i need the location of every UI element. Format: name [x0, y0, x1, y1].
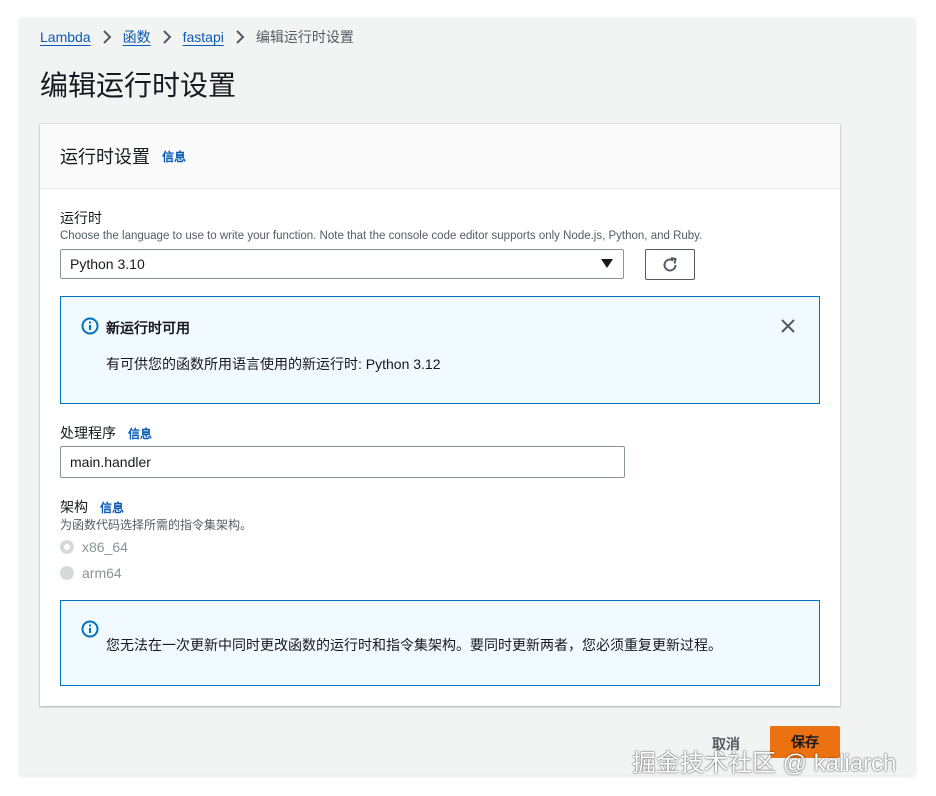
runtime-select[interactable]: Python 3.10 [60, 249, 624, 279]
architecture-info-link[interactable]: 信息 [100, 499, 124, 516]
new-runtime-alert: 新运行时可用 有可供您的函数所用语言使用的新运行时: Python 3.12 [60, 296, 820, 404]
runtime-label: 运行时 [60, 210, 102, 226]
runtime-settings-card: 运行时设置 信息 运行时 Choose the language to use … [40, 124, 840, 706]
info-icon [81, 620, 99, 638]
caret-down-icon [601, 259, 613, 268]
radio-x86-circle[interactable] [60, 540, 74, 554]
card-info-link[interactable]: 信息 [162, 148, 186, 165]
radio-x86[interactable]: x86_64 [60, 539, 128, 555]
info-icon [81, 317, 99, 335]
card-title: 运行时设置 [60, 147, 150, 167]
radio-arm64-label: arm64 [82, 565, 122, 581]
architecture-alert: 您无法在一次更新中同时更改函数的运行时和指令集架构。要同时更新两者，您必须重复更… [60, 600, 820, 686]
handler-label-text: 处理程序 [60, 425, 116, 441]
handler-label: 处理程序 信息 [60, 423, 152, 443]
handler-input[interactable] [60, 446, 625, 478]
breadcrumb-current: 编辑运行时设置 [255, 29, 354, 45]
architecture-label: 架构 信息 [60, 497, 124, 517]
chevron-right-icon [156, 27, 178, 47]
runtime-description: Choose the language to use to write your… [60, 230, 703, 242]
breadcrumb-lambda[interactable]: Lambda [40, 29, 91, 45]
radio-arm64[interactable]: arm64 [60, 565, 122, 581]
alert-title: 新运行时可用 [106, 320, 190, 336]
radio-x86-label: x86_64 [82, 539, 128, 555]
page-title: 编辑运行时设置 [40, 70, 237, 101]
chevron-right-icon [96, 27, 118, 47]
card-header: 运行时设置 信息 [40, 124, 840, 189]
close-icon[interactable] [779, 317, 797, 335]
handler-info-link[interactable]: 信息 [128, 425, 152, 442]
refresh-button[interactable] [645, 249, 695, 280]
radio-arm64-circle[interactable] [60, 566, 74, 580]
refresh-icon [663, 256, 677, 271]
breadcrumb-fastapi[interactable]: fastapi [183, 29, 224, 45]
chevron-right-icon [229, 27, 251, 47]
architecture-description: 为函数代码选择所需的指令集架构。 [60, 518, 253, 532]
alert-text: 有可供您的函数所用语言使用的新运行时: Python 3.12 [106, 356, 441, 372]
runtime-select-value: Python 3.10 [70, 256, 145, 272]
breadcrumb-functions[interactable]: 函数 [123, 27, 151, 47]
architecture-alert-text: 您无法在一次更新中同时更改函数的运行时和指令集架构。要同时更新两者，您必须重复更… [106, 637, 722, 653]
watermark: 掘金技术社区 @ kaliarch [632, 750, 897, 777]
breadcrumb: Lambda 函数 fastapi 编辑运行时设置 [40, 27, 354, 47]
architecture-label-text: 架构 [60, 499, 88, 515]
